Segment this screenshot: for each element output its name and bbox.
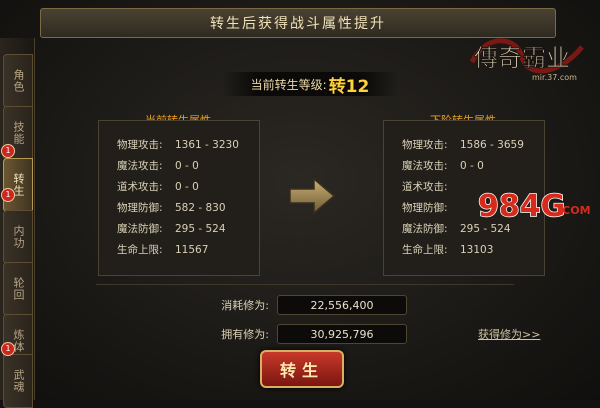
cost-row: 消耗修为: 22,556,400 <box>196 295 407 315</box>
notification-badge: 1 <box>1 188 15 202</box>
arrow-right-icon <box>289 177 336 215</box>
notification-badge: 1 <box>1 144 15 158</box>
rebirth-window: 转生后获得战斗属性提升 傳奇霸业 mir.37.com 角色 技能 转生 1 内… <box>0 0 600 408</box>
site-watermark: 984G .COM <box>477 188 591 225</box>
cost-value: 22,556,400 <box>277 295 407 315</box>
watermark-text: 984G <box>478 189 565 224</box>
stat-row: 生命上限: 11567 <box>117 243 209 257</box>
stat-row: 道术攻击: 0 - 0 <box>117 180 199 194</box>
rebirth-button[interactable]: 转生 <box>260 350 344 388</box>
current-rebirth-level: 当前转生等级: 转12 <box>222 72 398 97</box>
game-logo: 傳奇霸业 mir.37.com <box>469 38 584 82</box>
level-value: 转12 <box>328 76 370 97</box>
level-label: 当前转生等级: <box>250 77 327 92</box>
tab-inner-power[interactable]: 内功 <box>3 210 33 264</box>
tab-reincarnation[interactable]: 轮回 <box>3 262 33 316</box>
stat-row: 物理攻击: 1586 - 3659 <box>402 138 524 152</box>
current-attributes-panel: 物理攻击: 1361 - 3230 魔法攻击: 0 - 0 道术攻击: 0 - 0 物… <box>98 120 260 276</box>
tab-role[interactable]: 角色 <box>3 54 33 108</box>
divider <box>96 284 514 285</box>
cost-label: 消耗修为: <box>221 299 269 312</box>
get-cultivation-link[interactable]: 获得修为>> <box>478 326 540 342</box>
side-tab-column: 角色 技能 转生 1 内功 1 轮回 炼体 武魂 1 <box>0 38 35 408</box>
stat-row: 魔法防御: 295 - 524 <box>117 222 226 236</box>
notification-badge: 1 <box>1 342 15 356</box>
owned-value: 30,925,796 <box>277 324 407 344</box>
owned-label: 拥有修为: <box>221 328 269 341</box>
stat-row: 生命上限: 13103 <box>402 243 494 257</box>
logo-subtext: mir.37.com <box>532 73 577 82</box>
watermark-suffix: .COM <box>558 204 591 217</box>
stat-row: 物理防御: 582 - 830 <box>117 201 226 215</box>
owned-row: 拥有修为: 30,925,796 <box>196 324 407 344</box>
stat-row: 魔法攻击: 0 - 0 <box>402 159 484 173</box>
stat-row: 物理攻击: 1361 - 3230 <box>117 138 239 152</box>
stat-row: 魔法攻击: 0 - 0 <box>117 159 199 173</box>
logo-text: 傳奇霸业 <box>474 44 570 72</box>
tab-rebirth[interactable]: 转生 <box>3 158 33 212</box>
